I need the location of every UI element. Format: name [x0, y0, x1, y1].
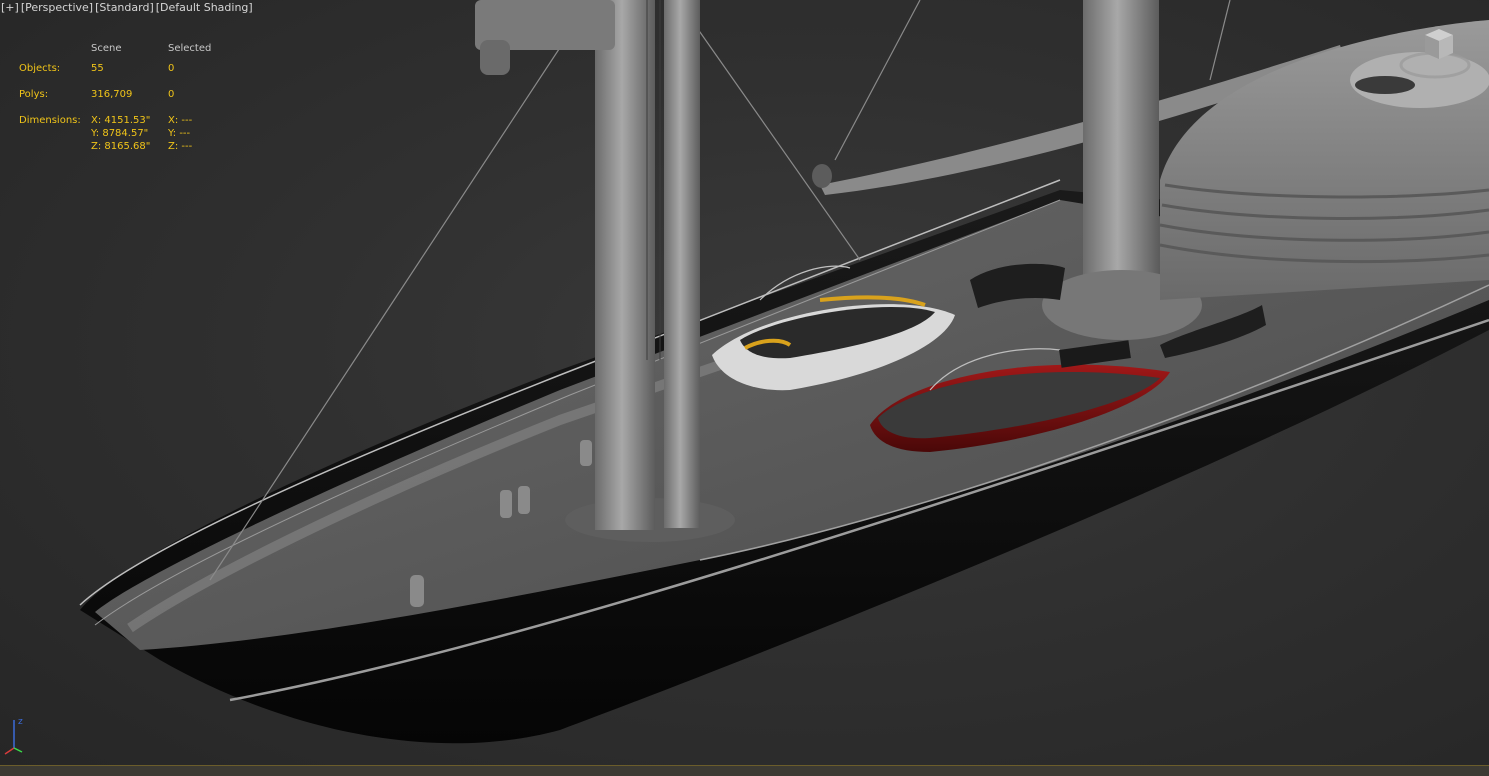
viewport-point-of-view-menu[interactable]: [Perspective]	[20, 1, 94, 14]
rigging-line	[834, 0, 921, 161]
stats-header-selected: Selected	[168, 43, 212, 54]
stats-dimensions-selected-y: Y: ---	[168, 128, 191, 139]
stats-objects-row: Objects: 55 0	[19, 62, 239, 75]
axis-tripod-icon: z	[4, 717, 23, 755]
svg-text:z: z	[18, 717, 23, 727]
viewport-shading-standard-menu[interactable]: [Standard]	[94, 1, 155, 14]
rigging-line	[1209, 0, 1231, 81]
viewport-shading-mode-menu[interactable]: [Default Shading]	[155, 1, 254, 14]
boom-end	[812, 164, 832, 188]
viewport-label-menu: [+] [Perspective] [Standard] [Default Sh…	[0, 0, 254, 15]
stats-polys-selected: 0	[168, 89, 175, 100]
stats-objects-selected: 0	[168, 63, 175, 74]
stats-dimensions-scene-z: Z: 8165.68"	[91, 141, 151, 152]
stats-polys-label: Polys:	[19, 89, 49, 100]
stats-objects-scene: 55	[91, 63, 104, 74]
viewport-general-menu[interactable]: [+]	[0, 1, 20, 14]
viewport-bottom-border	[0, 765, 1489, 776]
stats-header-row: Scene Selected	[19, 42, 239, 55]
stats-dimensions-scene-y: Y: 8784.57"	[91, 128, 149, 139]
mast-bracket-end	[480, 40, 510, 75]
stats-objects-label: Objects:	[19, 63, 61, 74]
stats-polys-scene: 316,709	[91, 89, 133, 100]
stats-dimensions-row-z: Z: 8165.68" Z: ---	[19, 140, 239, 153]
viewcube-icon[interactable]	[1399, 25, 1479, 85]
perspective-viewport[interactable]: [+] [Perspective] [Standard] [Default Sh…	[0, 0, 1489, 776]
mast-aft	[1083, 0, 1159, 300]
stats-dimensions-row-x: Dimensions: X: 4151.53" X: ---	[19, 114, 239, 127]
stats-dimensions-selected-z: Z: ---	[168, 141, 193, 152]
stats-dimensions-label: Dimensions:	[19, 115, 81, 126]
stats-header-scene: Scene	[91, 43, 122, 54]
stats-dimensions-row-y: Y: 8784.57" Y: ---	[19, 127, 239, 140]
mast-fore-left	[595, 0, 655, 530]
stats-dimensions-scene-x: X: 4151.53"	[91, 115, 151, 126]
mast-fore-right	[664, 0, 700, 528]
rigging-line	[694, 24, 861, 261]
stats-polys-row: Polys: 316,709 0	[19, 88, 239, 101]
stats-dimensions-selected-x: X: ---	[168, 115, 193, 126]
statistics-panel: Scene Selected Objects: 55 0 Polys: 316,…	[19, 42, 239, 153]
